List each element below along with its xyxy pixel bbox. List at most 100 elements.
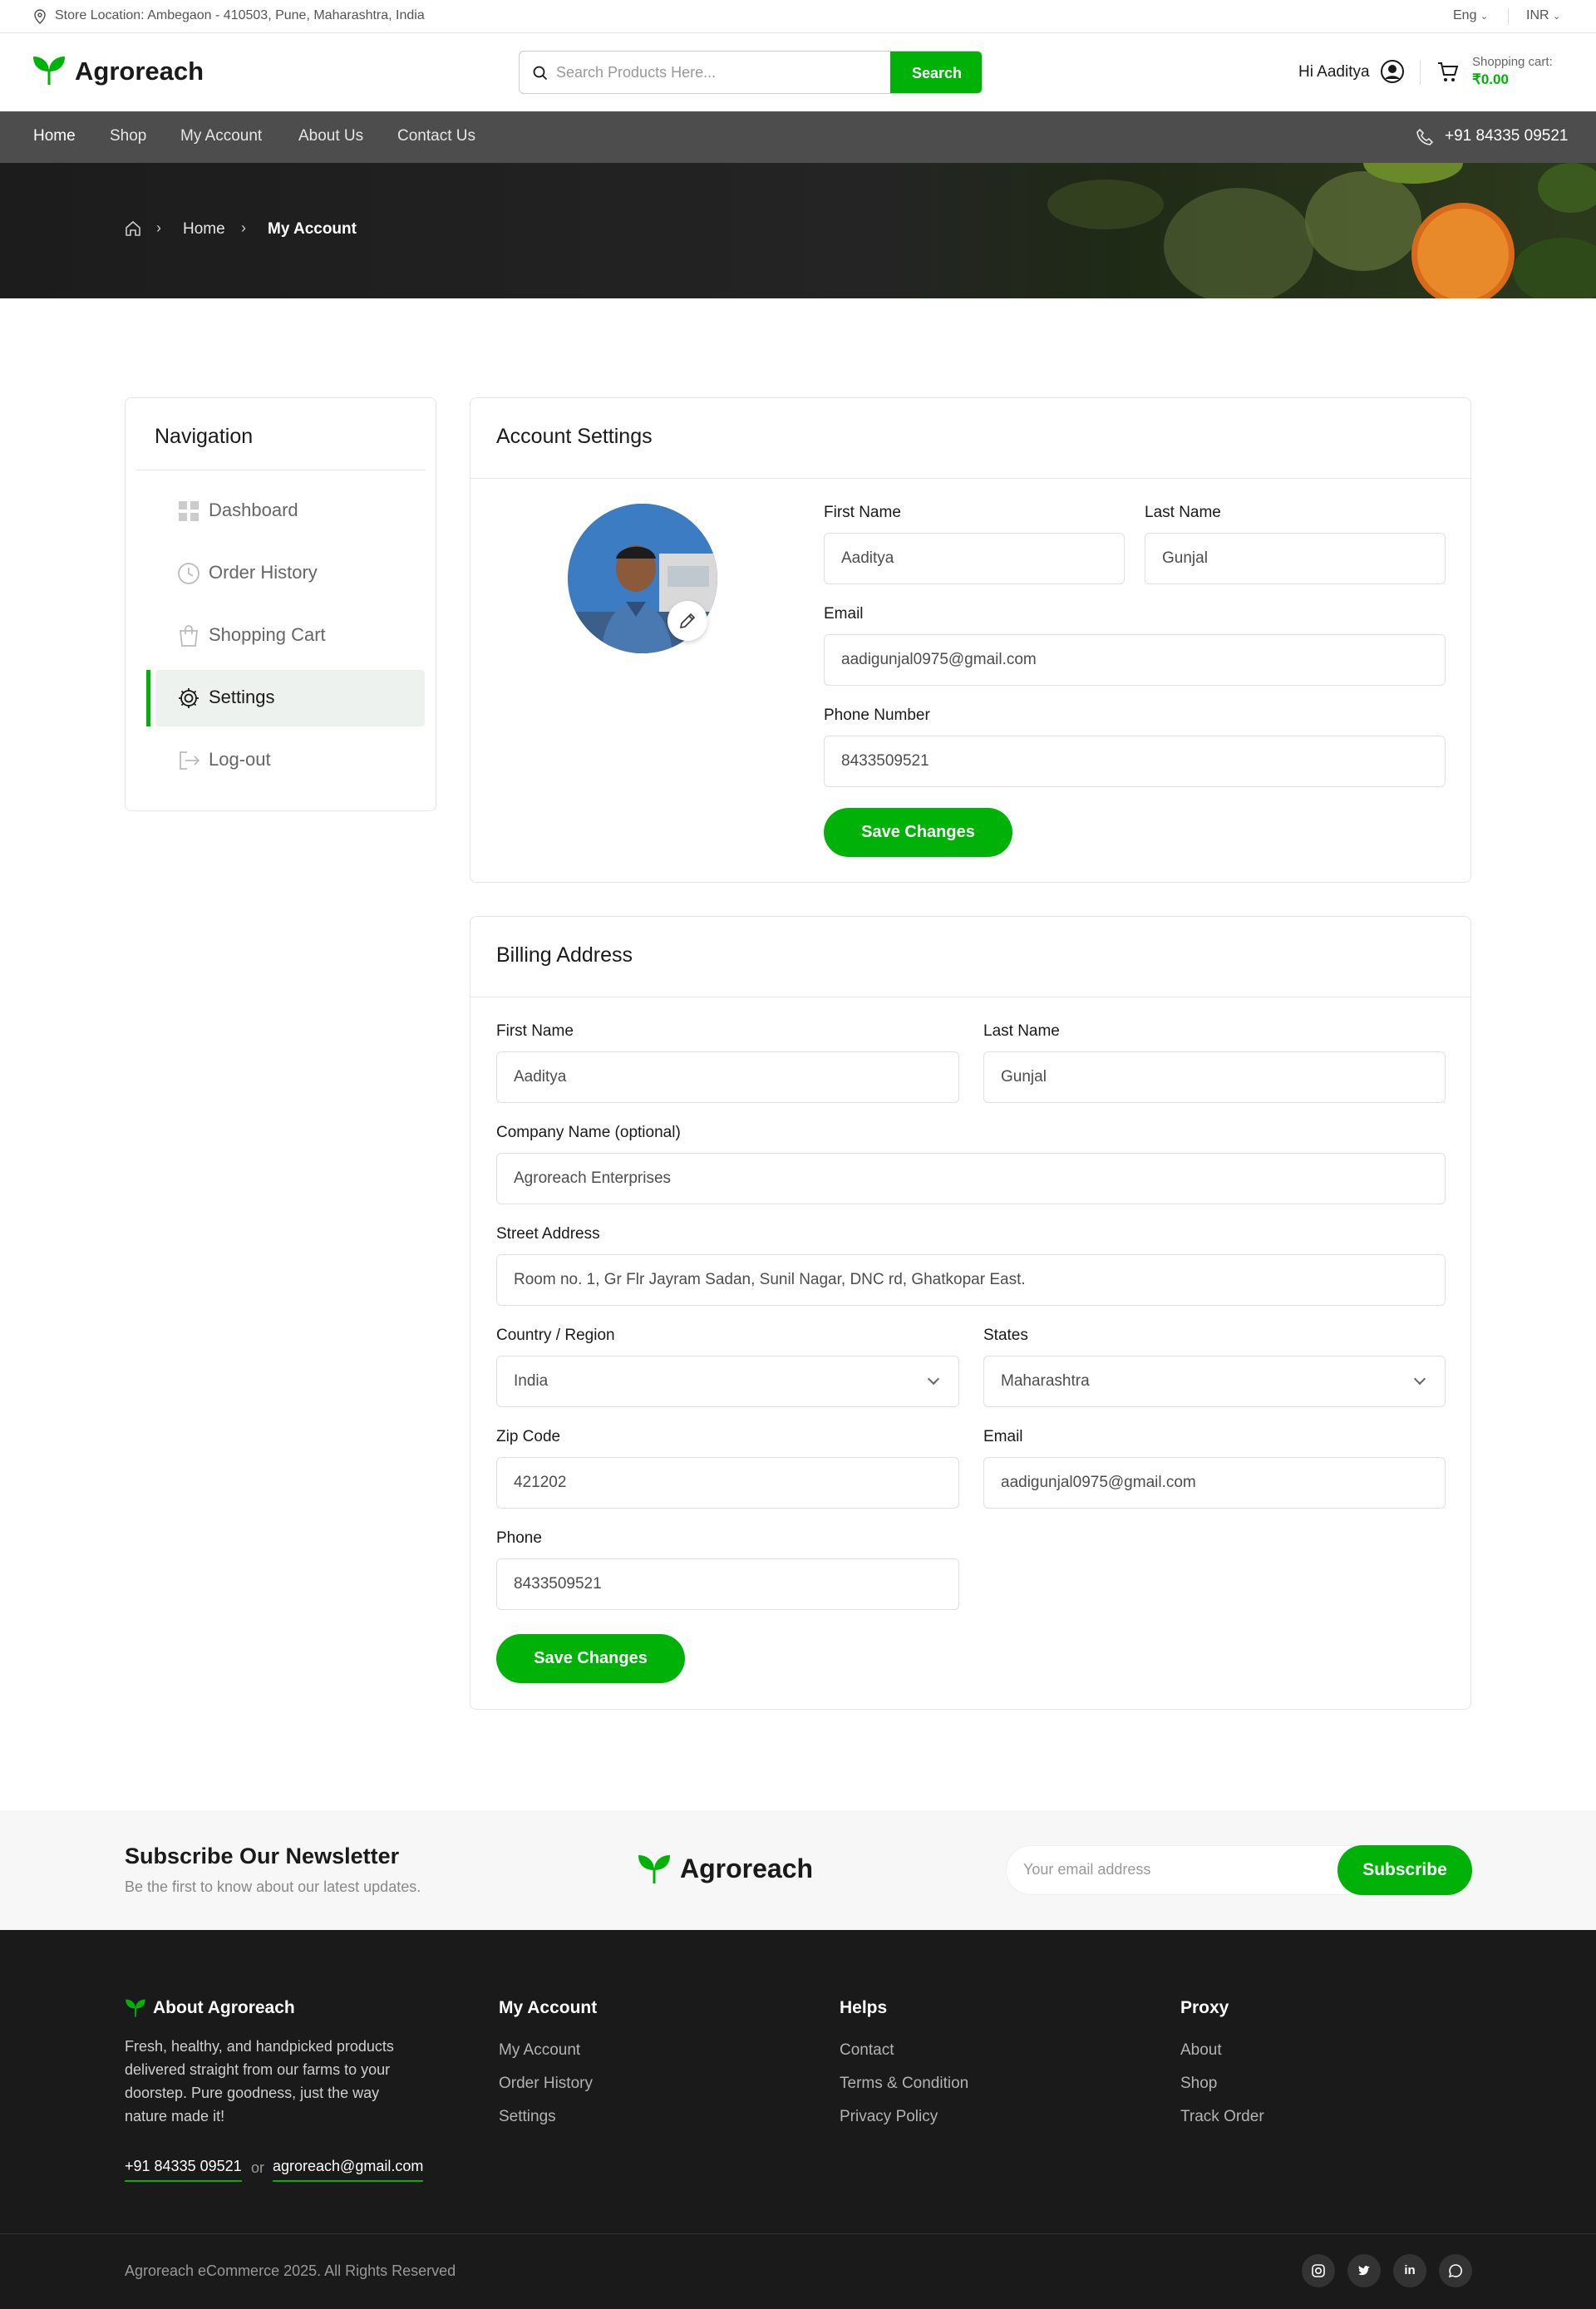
sidebar-item-label: Log-out bbox=[209, 749, 271, 770]
sidebar-item-label: Order History bbox=[209, 562, 318, 583]
zip-label: Zip Code bbox=[496, 1428, 561, 1445]
billing-save-changes-button[interactable]: Save Changes bbox=[496, 1634, 685, 1683]
breadcrumb: › Home › My Account bbox=[125, 219, 457, 241]
nav-shop[interactable]: Shop bbox=[110, 127, 146, 145]
billing-email-field[interactable]: aadigunjal0975@gmail.com bbox=[983, 1457, 1446, 1509]
footer: About Agroreach Fresh, healthy, and hand… bbox=[0, 1930, 1596, 2309]
zip-field[interactable]: 421202 bbox=[496, 1457, 959, 1509]
footer-column-title: My Account bbox=[499, 1998, 598, 2017]
sidebar-item-settings[interactable]: Settings bbox=[146, 670, 425, 726]
billing-email-label: Email bbox=[983, 1428, 1023, 1445]
store-location: Store Location: Ambegaon - 410503, Pune,… bbox=[55, 8, 425, 22]
state-select[interactable]: Maharashtra bbox=[983, 1356, 1446, 1407]
home-icon[interactable] bbox=[125, 220, 141, 241]
footer-link[interactable]: Track Order bbox=[1180, 2108, 1264, 2126]
sidebar-title: Navigation bbox=[155, 425, 254, 448]
nav-about-us[interactable]: About Us bbox=[298, 127, 363, 145]
search-box: Search Products Here... Search bbox=[519, 51, 983, 94]
street-label: Street Address bbox=[496, 1225, 600, 1243]
gear-icon bbox=[177, 687, 200, 710]
billing-first-name-field[interactable]: Aaditya bbox=[496, 1051, 959, 1103]
country-value: India bbox=[514, 1372, 549, 1390]
user-icon[interactable] bbox=[1380, 59, 1405, 88]
instagram-icon[interactable] bbox=[1302, 2254, 1335, 2287]
phone-field[interactable]: 8433509521 bbox=[824, 736, 1446, 787]
footer-email[interactable]: agroreach@gmail.com bbox=[273, 2158, 424, 2182]
sidebar-item-logout[interactable]: Log-out bbox=[155, 732, 425, 789]
breadcrumb-home[interactable]: Home bbox=[183, 220, 225, 239]
leaf-logo-icon bbox=[32, 55, 66, 91]
linkedin-icon[interactable]: in bbox=[1393, 2254, 1426, 2287]
nav-my-account[interactable]: My Account bbox=[180, 127, 262, 145]
footer-link[interactable]: Contact bbox=[840, 2041, 894, 2060]
whatsapp-icon[interactable] bbox=[1439, 2254, 1472, 2287]
last-name-field[interactable]: Gunjal bbox=[1145, 533, 1446, 584]
divider bbox=[1508, 8, 1509, 25]
state-label: States bbox=[983, 1327, 1028, 1344]
sidebar-item-dashboard[interactable]: Dashboard bbox=[155, 483, 425, 539]
footer-link[interactable]: Terms & Condition bbox=[840, 2075, 968, 2093]
last-name-label: Last Name bbox=[1145, 504, 1221, 521]
leaf-logo-icon bbox=[637, 1854, 672, 1889]
email-label: Email bbox=[824, 605, 864, 623]
footer-column-title: Proxy bbox=[1180, 1998, 1229, 2017]
twitter-icon[interactable] bbox=[1347, 2254, 1381, 2287]
country-select[interactable]: India bbox=[496, 1356, 959, 1407]
billing-address-title: Billing Address bbox=[496, 943, 633, 967]
dashboard-icon bbox=[177, 500, 200, 523]
chevron-down-icon bbox=[1413, 1372, 1426, 1386]
newsletter-email-input[interactable]: Your email address bbox=[1023, 1861, 1150, 1878]
email-field[interactable]: aadigunjal0975@gmail.com bbox=[824, 634, 1446, 686]
state-value: Maharashtra bbox=[1001, 1372, 1090, 1390]
breadcrumb-current: My Account bbox=[268, 220, 357, 238]
language-select[interactable]: Eng ⌄ bbox=[1453, 8, 1488, 23]
newsletter-brand: Agroreach bbox=[680, 1854, 814, 1883]
phone-label: Phone Number bbox=[824, 706, 930, 724]
sidebar-item-shopping-cart[interactable]: Shopping Cart bbox=[155, 608, 425, 664]
street-field[interactable]: Room no. 1, Gr Flr Jayram Sadan, Sunil N… bbox=[496, 1254, 1446, 1306]
account-settings-title: Account Settings bbox=[496, 425, 653, 448]
brand-logo[interactable]: Agroreach bbox=[32, 55, 214, 88]
cart-total: ₹0.00 bbox=[1472, 71, 1509, 87]
footer-phone[interactable]: +91 84335 09521 bbox=[125, 2158, 242, 2182]
currency-select[interactable]: INR ⌄ bbox=[1526, 8, 1560, 23]
newsletter-form: Your email address Subscribe bbox=[1006, 1845, 1472, 1895]
breadcrumb-banner: › Home › My Account bbox=[0, 163, 1596, 298]
edit-avatar-button[interactable] bbox=[667, 601, 707, 641]
billing-phone-field[interactable]: 8433509521 bbox=[496, 1558, 959, 1610]
company-field[interactable]: Agroreach Enterprises bbox=[496, 1153, 1446, 1204]
footer-link[interactable]: Privacy Policy bbox=[840, 2108, 938, 2126]
about-title: About Agroreach bbox=[153, 1998, 295, 2017]
footer-link[interactable]: Settings bbox=[499, 2108, 556, 2126]
copyright: Agroreach eCommerce 2025. All Rights Res… bbox=[125, 2262, 456, 2279]
billing-last-name-field[interactable]: Gunjal bbox=[983, 1051, 1446, 1103]
newsletter-title: Subscribe Our Newsletter bbox=[125, 1844, 400, 1868]
newsletter-section: Subscribe Our Newsletter Be the first to… bbox=[0, 1810, 1596, 1930]
sidebar-navigation: Navigation Dashboard Order History Shopp… bbox=[125, 397, 436, 811]
bag-icon bbox=[177, 624, 200, 647]
country-label: Country / Region bbox=[496, 1327, 615, 1344]
sidebar-item-order-history[interactable]: Order History bbox=[155, 545, 425, 602]
map-pin-icon bbox=[33, 9, 47, 25]
search-input[interactable]: Search Products Here... bbox=[556, 64, 872, 81]
footer-link[interactable]: Shop bbox=[1180, 2075, 1217, 2093]
footer-or: or bbox=[251, 2159, 265, 2176]
nav-phone[interactable]: +91 84335 09521 bbox=[1445, 127, 1568, 145]
footer-link[interactable]: My Account bbox=[499, 2041, 580, 2060]
cart-icon[interactable] bbox=[1436, 61, 1460, 88]
subscribe-button[interactable]: Subscribe bbox=[1337, 1845, 1472, 1895]
chevron-down-icon: ⌄ bbox=[1480, 12, 1489, 22]
billing-address-card: Billing Address First Name Aaditya Last … bbox=[470, 916, 1471, 1710]
first-name-field[interactable]: Aaditya bbox=[824, 533, 1125, 584]
language-value: Eng bbox=[1453, 8, 1477, 22]
account-settings-card: Account Settings First Name Aaditya Last… bbox=[470, 397, 1471, 883]
search-button[interactable]: Search bbox=[890, 52, 982, 93]
footer-link[interactable]: About bbox=[1180, 2041, 1222, 2060]
logout-icon bbox=[177, 749, 200, 772]
brand-name: Agroreach bbox=[75, 57, 204, 86]
greeting[interactable]: Hi Aaditya bbox=[1298, 63, 1370, 81]
nav-contact-us[interactable]: Contact Us bbox=[397, 127, 475, 145]
save-changes-button[interactable]: Save Changes bbox=[824, 808, 1012, 857]
nav-home[interactable]: Home bbox=[33, 127, 76, 145]
footer-link[interactable]: Order History bbox=[499, 2075, 593, 2093]
